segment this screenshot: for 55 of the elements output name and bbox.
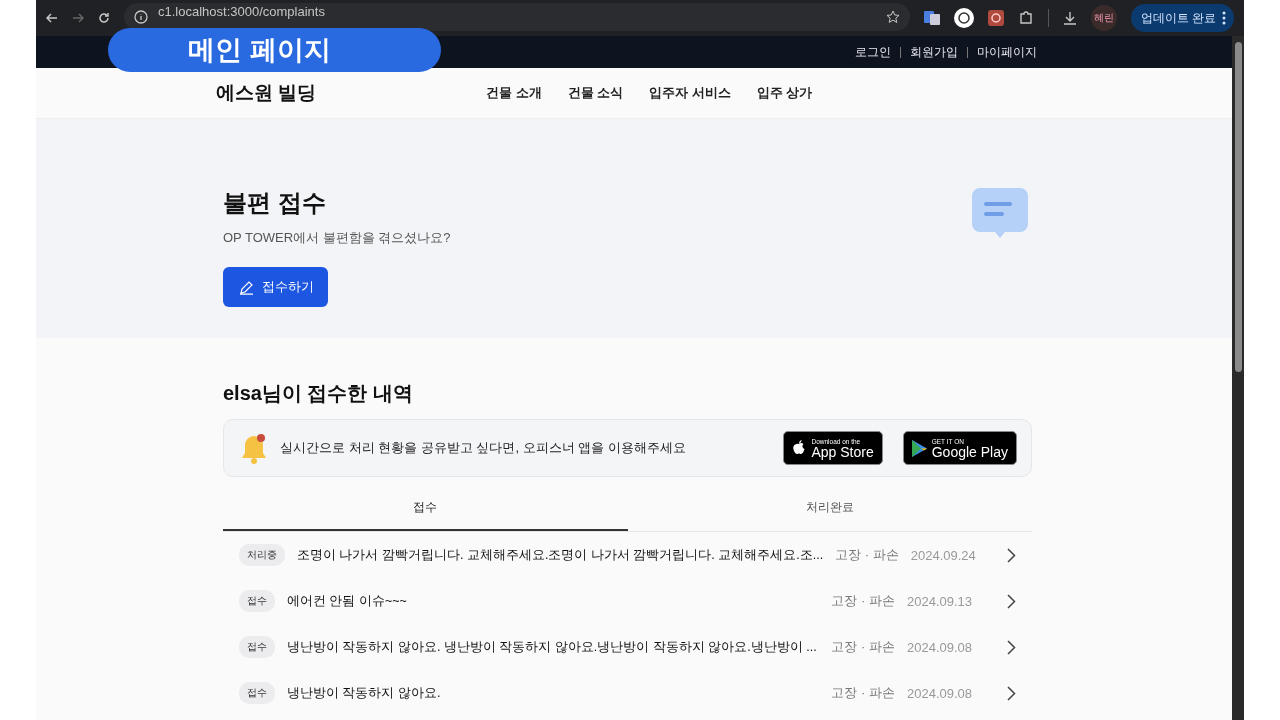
more-icon	[1222, 11, 1226, 25]
bell-icon	[240, 432, 268, 464]
status-badge: 접수	[239, 636, 275, 658]
page-subtitle: OP TOWER에서 불편함을 겪으셨나요?	[223, 229, 451, 247]
nav-link[interactable]: 건물 소식	[567, 84, 624, 102]
translate-icon[interactable]	[923, 10, 940, 26]
apple-icon	[792, 439, 807, 457]
date-text: 2024.09.24	[910, 547, 977, 563]
category-text: 고장 · 파손	[831, 684, 895, 702]
info-icon	[134, 10, 148, 24]
status-badge: 처리중	[239, 544, 285, 566]
address-bar[interactable]: c1.localhost:3000/complaints	[124, 3, 910, 31]
status-tab[interactable]: 접수	[223, 483, 628, 531]
scrollbar-thumb[interactable]	[1234, 42, 1242, 372]
complaint-title[interactable]: 냉난방이 작동하지 않아요.	[287, 684, 820, 702]
utility-link[interactable]: 회원가입	[900, 46, 967, 58]
complaint-title[interactable]: 에어컨 안됨 이슈~~~	[287, 592, 820, 610]
profile-avatar[interactable]: 혜린	[1090, 5, 1117, 31]
site-logo[interactable]: 에스원 빌딩	[216, 80, 486, 106]
date-text: 2024.09.13	[907, 593, 974, 609]
forward-icon[interactable]	[72, 12, 84, 24]
pencil-icon	[239, 279, 254, 295]
chevron-right-icon[interactable]	[1007, 547, 1016, 563]
play-triangle-icon	[911, 439, 927, 457]
back-icon[interactable]	[46, 12, 58, 24]
puzzle-icon[interactable]	[1017, 10, 1034, 26]
nav-link[interactable]: 입주자 서비스	[649, 84, 731, 102]
category-text: 고장 · 파손	[831, 638, 895, 656]
complaint-title[interactable]: 냉난방이 작동하지 않아요. 냉난방이 작동하지 않아요.냉난방이 작동하지 않아요.냉난방이 ...	[287, 638, 820, 656]
chevron-right-icon[interactable]	[1007, 685, 1016, 701]
complaint-title[interactable]: 조명이 나가서 깜빡거립니다. 교체해주세요.조명이 나가서 깜빡거립니다. 교체해주세요.조...	[297, 546, 824, 564]
chevron-right-icon[interactable]	[1007, 639, 1016, 655]
status-tab[interactable]: 처리완료	[627, 483, 1032, 531]
extension-icon[interactable]	[987, 10, 1004, 26]
submit-complaint-button[interactable]: 접수하기	[223, 267, 328, 307]
chevron-right-icon[interactable]	[1007, 593, 1016, 609]
date-text: 2024.09.08	[907, 685, 974, 701]
status-badge: 접수	[239, 682, 275, 704]
utility-link[interactable]: 마이페이지	[967, 46, 1046, 58]
category-text: 고장 · 파손	[835, 546, 899, 564]
category-text: 고장 · 파손	[831, 592, 895, 610]
banner-text: 실시간으로 처리 현황을 공유받고 싶다면, 오피스너 앱을 이용해주세요	[280, 439, 687, 457]
date-text: 2024.09.08	[907, 639, 974, 655]
status-badge: 접수	[239, 590, 275, 612]
page-label: 메인 페이지	[108, 28, 441, 72]
utility-link[interactable]: 로그인	[846, 46, 900, 58]
star-icon[interactable]	[885, 10, 900, 24]
extension-circle-icon[interactable]	[953, 8, 974, 28]
nav-link[interactable]: 건물 소개	[486, 84, 542, 102]
page-title: 불편 접수	[223, 188, 327, 218]
update-button[interactable]: 업데이트 완료	[1130, 4, 1234, 32]
nav-link[interactable]: 입주 상가	[756, 84, 813, 102]
history-title: elsa님이 접수한 내역	[223, 381, 415, 406]
download-icon[interactable]	[1062, 11, 1077, 25]
reload-icon[interactable]	[98, 12, 110, 24]
